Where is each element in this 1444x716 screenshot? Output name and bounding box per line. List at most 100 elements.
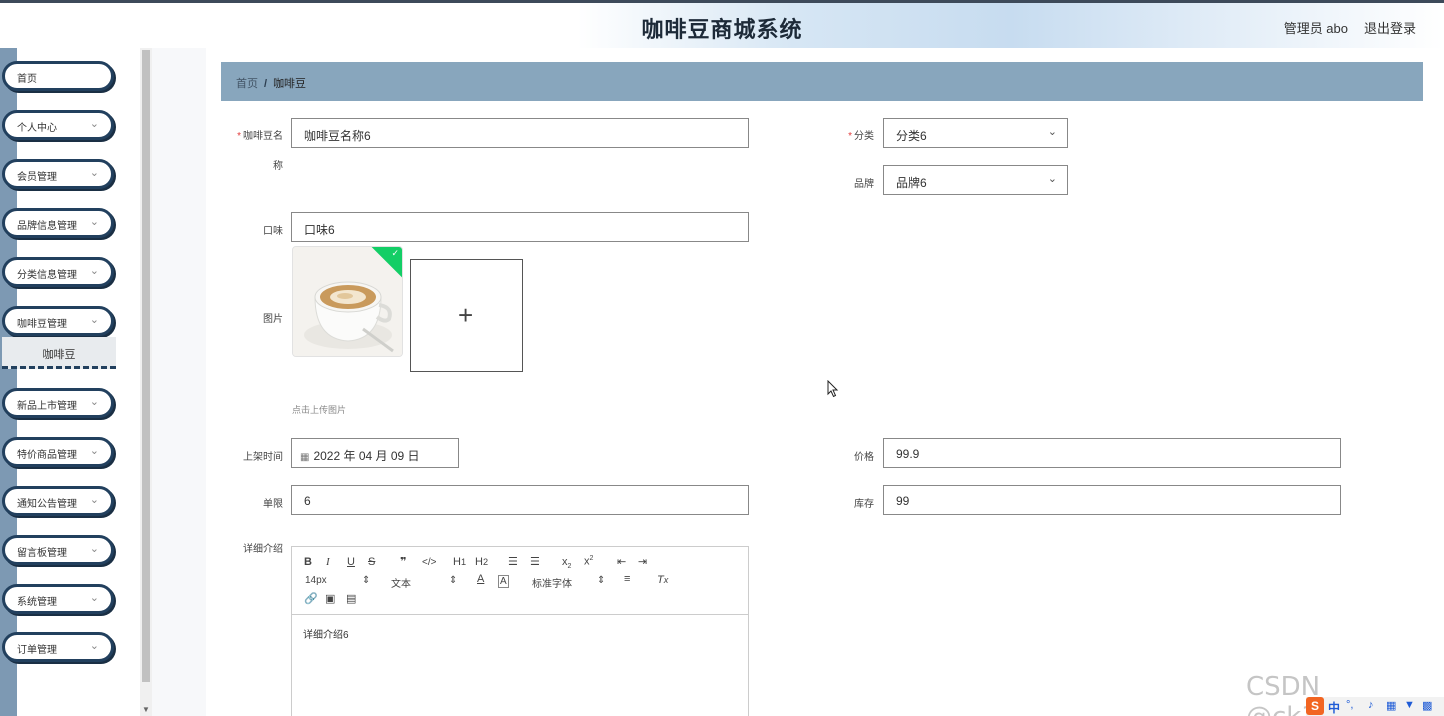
align-icon[interactable]: ≡ xyxy=(624,573,630,585)
sidebar-item-home[interactable]: 首页 xyxy=(2,61,114,91)
ime-language[interactable]: 中 xyxy=(1328,699,1340,716)
bold-icon[interactable]: B xyxy=(304,556,312,568)
flavor-input[interactable]: 口味6 xyxy=(291,212,749,242)
main-gutter xyxy=(152,48,206,716)
strikethrough-icon[interactable]: S xyxy=(368,556,375,568)
brand-select[interactable]: 品牌6 ⌄ xyxy=(883,165,1068,195)
name-input[interactable]: 咖啡豆名称6 xyxy=(291,118,749,148)
toolbox-icon[interactable]: ▩ xyxy=(1422,699,1432,712)
stock-label: 库存 xyxy=(854,499,874,510)
sidebar-item-category-management[interactable]: 分类信息管理 ⌄ xyxy=(2,257,114,287)
uploaded-image[interactable]: ✓ xyxy=(292,246,403,357)
italic-icon[interactable]: I xyxy=(326,556,330,568)
code-icon[interactable]: </> xyxy=(422,557,436,568)
heading2-icon[interactable]: H2 xyxy=(475,556,488,568)
brand-value: 品牌6 xyxy=(896,176,927,190)
scroll-down-icon[interactable]: ▼ xyxy=(142,705,150,714)
sidebar-item-personal-center[interactable]: 个人中心 ⌄ xyxy=(2,110,114,140)
skin-icon[interactable]: ▼ xyxy=(1404,699,1415,711)
editor-content[interactable]: 详细介绍6 xyxy=(303,626,349,641)
sidebar-item-special-offers-management[interactable]: 特价商品管理 ⌄ xyxy=(2,437,114,467)
sort-icon: ⇕ xyxy=(597,575,606,586)
font-size-select[interactable]: 14px xyxy=(305,575,327,586)
sidebar-item-order-management[interactable]: 订单管理 ⌄ xyxy=(2,632,114,662)
ime-logo[interactable]: S xyxy=(1306,697,1324,715)
breadcrumb-current: 咖啡豆 xyxy=(273,78,307,90)
breadcrumb-home[interactable]: 首页 xyxy=(236,78,258,90)
clear-format-icon[interactable]: Tx xyxy=(657,574,668,586)
sort-icon: ⇕ xyxy=(449,575,458,586)
link-icon[interactable]: 🔗 xyxy=(304,592,318,605)
sidebar-item-new-products-management[interactable]: 新品上市管理 ⌄ xyxy=(2,388,114,418)
chevron-down-icon: ⌄ xyxy=(89,592,99,604)
image-icon[interactable]: ▣ xyxy=(325,592,335,605)
chevron-down-icon: ⌄ xyxy=(89,494,99,506)
subscript-icon[interactable]: x2 xyxy=(562,556,571,570)
limit-label: 单限 xyxy=(263,499,283,510)
image-label: 图片 xyxy=(263,314,283,325)
sidebar-item-label: 分类信息管理 xyxy=(17,270,77,281)
sidebar-item-brand-management[interactable]: 品牌信息管理 ⌄ xyxy=(2,208,114,238)
calendar-icon: ▦ xyxy=(300,452,310,463)
superscript-icon[interactable]: x2 xyxy=(584,555,593,568)
price-label: 价格 xyxy=(854,452,874,463)
date-picker[interactable]: ▦ 2022 年 04 月 09 日 xyxy=(291,438,459,468)
category-select[interactable]: 分类6 ⌄ xyxy=(883,118,1068,148)
quote-icon[interactable]: ❞ xyxy=(400,555,406,568)
heading1-icon[interactable]: H1 xyxy=(453,556,466,568)
outdent-icon[interactable]: ⇤ xyxy=(617,555,626,568)
ime-tray: S 中 °, ♪ ▦ ▼ ▩ xyxy=(1306,697,1444,716)
chevron-down-icon: ⌄ xyxy=(89,216,99,228)
current-user: 管理员 abo xyxy=(1283,21,1348,36)
chevron-down-icon: ⌄ xyxy=(1047,126,1057,138)
upload-button[interactable]: + xyxy=(410,259,523,372)
background-color-icon[interactable]: A xyxy=(498,575,509,588)
indent-icon[interactable]: ⇥ xyxy=(638,555,647,568)
microphone-icon[interactable]: ♪ xyxy=(1368,699,1374,711)
editor-toolbar: B I U S ❞ </> H1 H2 ☰ ☰ x2 x2 ⇤ ⇥ 14px ⇕… xyxy=(292,547,748,615)
sidebar-item-member-management[interactable]: 会员管理 ⌄ xyxy=(2,159,114,189)
upload-hint: 点击上传图片 xyxy=(292,405,347,415)
video-icon[interactable]: ▤ xyxy=(346,592,356,605)
sidebar-item-label: 留言板管理 xyxy=(17,548,67,559)
ordered-list-icon[interactable]: ☰ xyxy=(508,555,518,568)
punctuation-icon[interactable]: °, xyxy=(1346,699,1353,711)
text-type-select[interactable]: 文本 xyxy=(391,575,411,590)
sidebar-item-label: 新品上市管理 xyxy=(17,401,77,412)
price-input[interactable]: 99.9 xyxy=(883,438,1341,468)
sidebar-item-message-board-management[interactable]: 留言板管理 ⌄ xyxy=(2,535,114,565)
font-family-select[interactable]: 标准字体 xyxy=(532,575,572,590)
logout-link[interactable]: 退出登录 xyxy=(1364,18,1416,37)
bullet-list-icon[interactable]: ☰ xyxy=(530,555,540,568)
limit-input[interactable]: 6 xyxy=(291,485,749,515)
scrollbar-thumb[interactable] xyxy=(142,50,150,682)
chevron-down-icon: ⌄ xyxy=(1047,173,1057,185)
breadcrumb: 首页 / 咖啡豆 xyxy=(221,62,1423,101)
category-label: * 分类 xyxy=(848,131,874,142)
rich-text-editor: B I U S ❞ </> H1 H2 ☰ ☰ x2 x2 ⇤ ⇥ 14px ⇕… xyxy=(291,546,749,716)
sidebar: ▼ xyxy=(0,48,152,716)
sidebar-item-coffee-bean-management[interactable]: 咖啡豆管理 ⌄ xyxy=(2,306,114,336)
sidebar-scrollbar[interactable]: ▼ xyxy=(140,48,152,716)
top-bar: 咖啡豆商城系统 管理员 abo 退出登录 xyxy=(0,0,1444,48)
chevron-down-icon: ⌄ xyxy=(89,445,99,457)
keyboard-icon[interactable]: ▦ xyxy=(1386,699,1396,712)
sidebar-item-label: 个人中心 xyxy=(17,123,57,134)
font-color-icon[interactable]: A xyxy=(477,573,484,585)
sidebar-item-notice-management[interactable]: 通知公告管理 ⌄ xyxy=(2,486,114,516)
chevron-down-icon: ⌄ xyxy=(89,265,99,277)
chevron-down-icon: ⌄ xyxy=(89,118,99,130)
underline-icon[interactable]: U xyxy=(347,556,355,568)
sidebar-item-label: 品牌信息管理 xyxy=(17,221,77,232)
chevron-down-icon: ⌄ xyxy=(89,314,99,326)
sidebar-item-label: 咖啡豆管理 xyxy=(17,319,67,330)
sidebar-subitem-coffee-bean[interactable]: 咖啡豆 xyxy=(2,337,116,369)
sidebar-item-system-management[interactable]: 系统管理 ⌄ xyxy=(2,584,114,614)
stock-input[interactable]: 99 xyxy=(883,485,1341,515)
category-value: 分类6 xyxy=(896,129,927,143)
name-label: * 咖啡豆名 xyxy=(237,131,283,142)
check-icon: ✓ xyxy=(391,248,399,258)
coffee-cup-image xyxy=(293,247,402,356)
sidebar-strip xyxy=(0,48,17,716)
breadcrumb-separator: / xyxy=(264,78,268,90)
